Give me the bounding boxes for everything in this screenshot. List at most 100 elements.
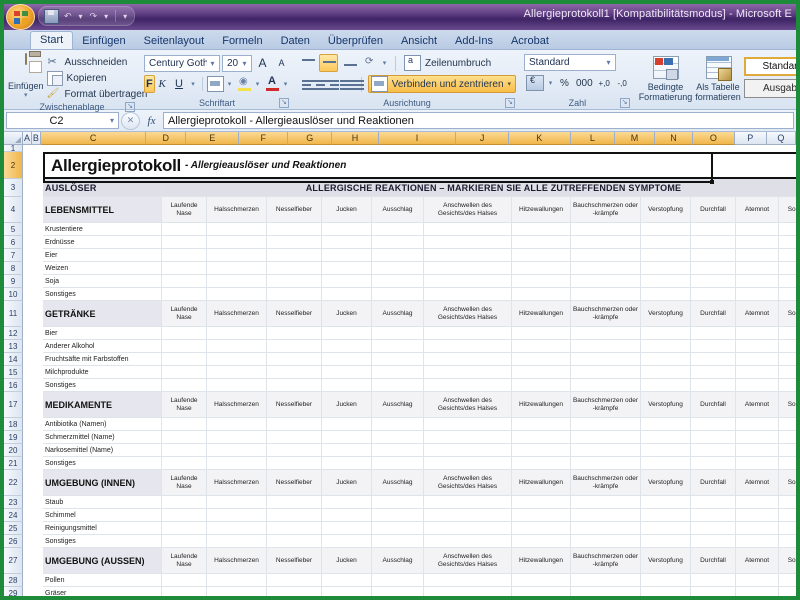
symptom-header[interactable]: Jucken [322,470,372,496]
symptom-checkbox-cell[interactable] [322,587,372,596]
symptom-checkbox-cell[interactable] [641,223,691,236]
column-header-I[interactable]: I [379,132,457,145]
symptom-checkbox-cell[interactable] [512,327,571,340]
symptom-checkbox-cell[interactable] [424,275,512,288]
symptom-checkbox-cell[interactable] [691,496,736,509]
trigger-item[interactable]: Anderer Alkohol [43,340,162,353]
symptom-checkbox-cell[interactable] [162,249,207,262]
tab-daten[interactable]: Daten [272,33,319,49]
symptom-checkbox-cell[interactable] [691,444,736,457]
symptom-header[interactable]: Nesselfieber [267,197,322,223]
symptom-checkbox-cell[interactable] [512,223,571,236]
symptom-checkbox-cell[interactable] [571,223,641,236]
symptom-header[interactable]: Sonstiges [779,548,796,574]
row-header-29[interactable]: 29 [4,587,23,596]
symptom-header[interactable]: Hitzewallungen [512,392,571,418]
trigger-item[interactable]: Soja [43,275,162,288]
symptom-header[interactable]: Atemnot [736,392,779,418]
symptom-header[interactable]: Ausschlag [372,197,424,223]
symptom-checkbox-cell[interactable] [512,340,571,353]
symptom-checkbox-cell[interactable] [207,249,267,262]
tab-acrobat[interactable]: Acrobat [502,33,558,49]
paste-button[interactable]: Einfügen ▾ [8,54,44,101]
trigger-item[interactable]: Narkosemittel (Name) [43,444,162,457]
symptom-header[interactable]: Sonstiges [779,470,796,496]
category-header[interactable]: LEBENSMITTEL [43,197,162,223]
symptom-checkbox-cell[interactable] [736,249,779,262]
column-header-E[interactable]: E [186,132,239,145]
font-color-dropdown-icon[interactable]: ▾ [281,80,290,88]
symptom-checkbox-cell[interactable] [779,353,796,366]
row-header-17[interactable]: 17 [4,392,23,418]
row-header-9[interactable]: 9 [4,275,23,288]
symptom-checkbox-cell[interactable] [322,223,372,236]
symptom-checkbox-cell[interactable] [162,327,207,340]
row-header-7[interactable]: 7 [4,249,23,262]
symptom-checkbox-cell[interactable] [641,574,691,587]
symptom-header[interactable]: Laufende Nase [162,470,207,496]
symptom-checkbox-cell[interactable] [372,509,424,522]
font-color-button[interactable]: A [264,75,281,93]
symptom-checkbox-cell[interactable] [779,444,796,457]
symptom-checkbox-cell[interactable] [207,262,267,275]
font-color-split-button[interactable]: A ▾ [264,75,290,93]
symptom-header[interactable]: Jucken [322,548,372,574]
symptom-checkbox-cell[interactable] [571,535,641,548]
row-header-19[interactable]: 19 [4,431,23,444]
symptom-checkbox-cell[interactable] [207,587,267,596]
symptom-checkbox-cell[interactable] [322,418,372,431]
symptom-checkbox-cell[interactable] [691,431,736,444]
trigger-item[interactable]: Staub [43,496,162,509]
symptom-checkbox-cell[interactable] [512,574,571,587]
symptom-checkbox-cell[interactable] [162,379,207,392]
symptom-header[interactable]: Nesselfieber [267,548,322,574]
symptom-checkbox-cell[interactable] [162,262,207,275]
currency-button[interactable] [524,74,546,92]
column-header-O[interactable]: O [693,132,735,145]
symptom-checkbox-cell[interactable] [207,496,267,509]
align-top-button[interactable] [298,54,317,72]
symptom-checkbox-cell[interactable] [641,457,691,470]
symptom-checkbox-cell[interactable] [779,496,796,509]
symptom-checkbox-cell[interactable] [267,444,322,457]
row-header-28[interactable]: 28 [4,574,23,587]
symptom-checkbox-cell[interactable] [641,379,691,392]
cell-blank[interactable] [641,145,691,152]
symptom-checkbox-cell[interactable] [424,288,512,301]
symptom-header[interactable]: Nesselfieber [267,301,322,327]
row-header-27[interactable]: 27 [4,548,23,574]
symptom-checkbox-cell[interactable] [372,327,424,340]
trigger-item[interactable]: Sonstiges [43,535,162,548]
row-header-18[interactable]: 18 [4,418,23,431]
trigger-item[interactable]: Weizen [43,262,162,275]
symptom-checkbox-cell[interactable] [322,353,372,366]
symptom-header[interactable]: Bauchschmerzen oder -krämpfe [571,548,641,574]
symptom-checkbox-cell[interactable] [162,574,207,587]
symptom-header[interactable]: Bauchschmerzen oder -krämpfe [571,197,641,223]
redo-icon[interactable]: ↷ [90,10,98,23]
cell-blank[interactable] [424,145,512,152]
symptom-checkbox-cell[interactable] [571,249,641,262]
symptom-checkbox-cell[interactable] [512,262,571,275]
symptom-checkbox-cell[interactable] [322,262,372,275]
column-header-P[interactable]: P [735,132,767,145]
decrease-decimal-button[interactable]: -,0 [614,74,631,92]
cell-blank[interactable] [43,145,162,152]
trigger-item[interactable]: Erdnüsse [43,236,162,249]
symptom-checkbox-cell[interactable] [162,509,207,522]
symptom-header[interactable]: Ausschlag [372,301,424,327]
symptom-checkbox-cell[interactable] [424,535,512,548]
row-header-10[interactable]: 10 [4,288,23,301]
symptom-checkbox-cell[interactable] [267,535,322,548]
trigger-item[interactable]: Pollen [43,574,162,587]
align-left-button[interactable] [298,75,308,93]
trigger-item[interactable]: Antibiotika (Namen) [43,418,162,431]
row-header-12[interactable]: 12 [4,327,23,340]
symptom-checkbox-cell[interactable] [736,418,779,431]
symptom-checkbox-cell[interactable] [736,366,779,379]
trigger-item[interactable]: Sonstiges [43,457,162,470]
formula-input[interactable]: Allergieprotokoll - Allergieauslöser und… [163,112,794,129]
symptom-checkbox-cell[interactable] [641,522,691,535]
symptom-checkbox-cell[interactable] [207,288,267,301]
undo-dropdown-icon[interactable]: ▾ [77,10,85,23]
